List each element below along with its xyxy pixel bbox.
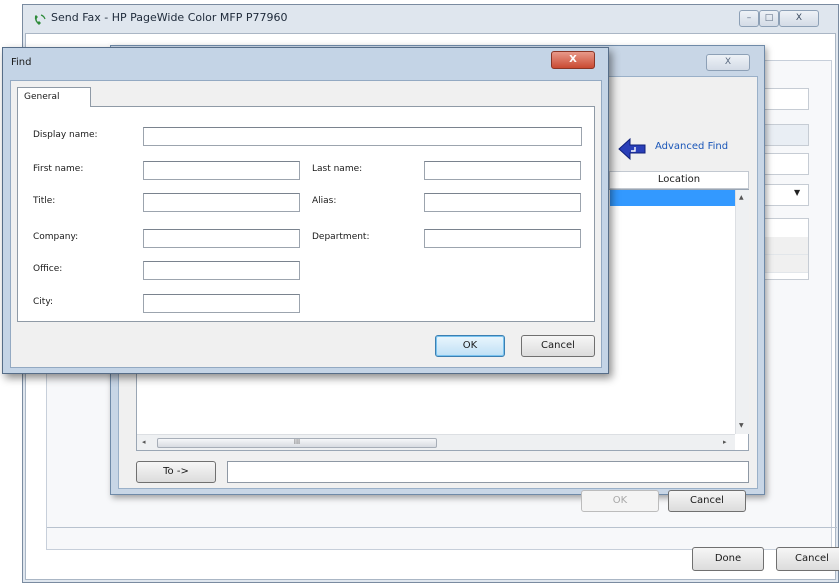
fax-phone-icon: [34, 14, 46, 25]
display-name-field[interactable]: [143, 127, 582, 146]
last-name-label: Last name:: [312, 164, 363, 174]
find-close-button[interactable]: X: [551, 51, 595, 69]
title-label: Title:: [33, 196, 56, 206]
done-button[interactable]: Done: [692, 547, 764, 571]
company-label: Company:: [33, 232, 79, 242]
city-label: City:: [33, 297, 54, 307]
office-label: Office:: [33, 264, 63, 274]
find-dialog: Find X General Display name: First name:…: [2, 47, 609, 374]
general-tab-page: Display name: First name: Last name: Tit…: [17, 106, 595, 322]
scrollbar-thumb[interactable]: III: [157, 438, 437, 448]
vertical-scrollbar[interactable]: ▲ ▼: [735, 190, 749, 434]
address-book-close-button[interactable]: X: [706, 54, 750, 71]
office-field[interactable]: [143, 261, 300, 280]
to-field[interactable]: [227, 461, 749, 483]
alias-field[interactable]: [424, 193, 581, 212]
window-title: Send Fax - HP PageWide Color MFP P77960: [51, 11, 288, 24]
first-name-field[interactable]: [143, 161, 300, 180]
last-name-field[interactable]: [424, 161, 581, 180]
divider: [47, 527, 837, 528]
scroll-up-icon[interactable]: ▲: [739, 194, 744, 201]
title-field[interactable]: [143, 193, 300, 212]
scroll-left-icon[interactable]: ◂: [142, 438, 146, 446]
find-cancel-button[interactable]: Cancel: [521, 335, 595, 357]
display-name-label: Display name:: [33, 130, 98, 140]
find-dialog-title: Find: [11, 57, 32, 68]
horizontal-scrollbar[interactable]: ◂ III ▸: [137, 434, 735, 450]
scroll-right-icon[interactable]: ▸: [723, 438, 727, 446]
scroll-down-icon[interactable]: ▼: [739, 422, 744, 429]
chevron-down-icon: ▼: [794, 188, 801, 197]
main-titlebar: Send Fax - HP PageWide Color MFP P77960 …: [23, 5, 838, 33]
first-name-label: First name:: [33, 164, 84, 174]
location-column-header[interactable]: Location: [609, 171, 749, 189]
tab-general[interactable]: General: [17, 87, 91, 107]
advanced-find-arrow-icon[interactable]: [617, 137, 647, 161]
address-book-cancel-button[interactable]: Cancel: [668, 490, 746, 512]
department-field[interactable]: [424, 229, 581, 248]
advanced-find-link[interactable]: Advanced Find: [655, 141, 728, 152]
address-book-ok-button[interactable]: OK: [581, 490, 659, 512]
company-field[interactable]: [143, 229, 300, 248]
department-label: Department:: [312, 232, 370, 242]
selected-list-item[interactable]: [610, 190, 735, 206]
minimize-button[interactable]: –: [739, 10, 759, 27]
alias-label: Alias:: [312, 196, 337, 206]
find-ok-button[interactable]: OK: [435, 335, 505, 357]
maximize-button[interactable]: □: [759, 10, 779, 27]
to-button[interactable]: To ->: [136, 461, 216, 483]
main-cancel-button[interactable]: Cancel: [776, 547, 839, 571]
city-field[interactable]: [143, 294, 300, 313]
close-button[interactable]: X: [779, 10, 819, 27]
find-client-area: General Display name: First name: Last n…: [10, 80, 602, 368]
